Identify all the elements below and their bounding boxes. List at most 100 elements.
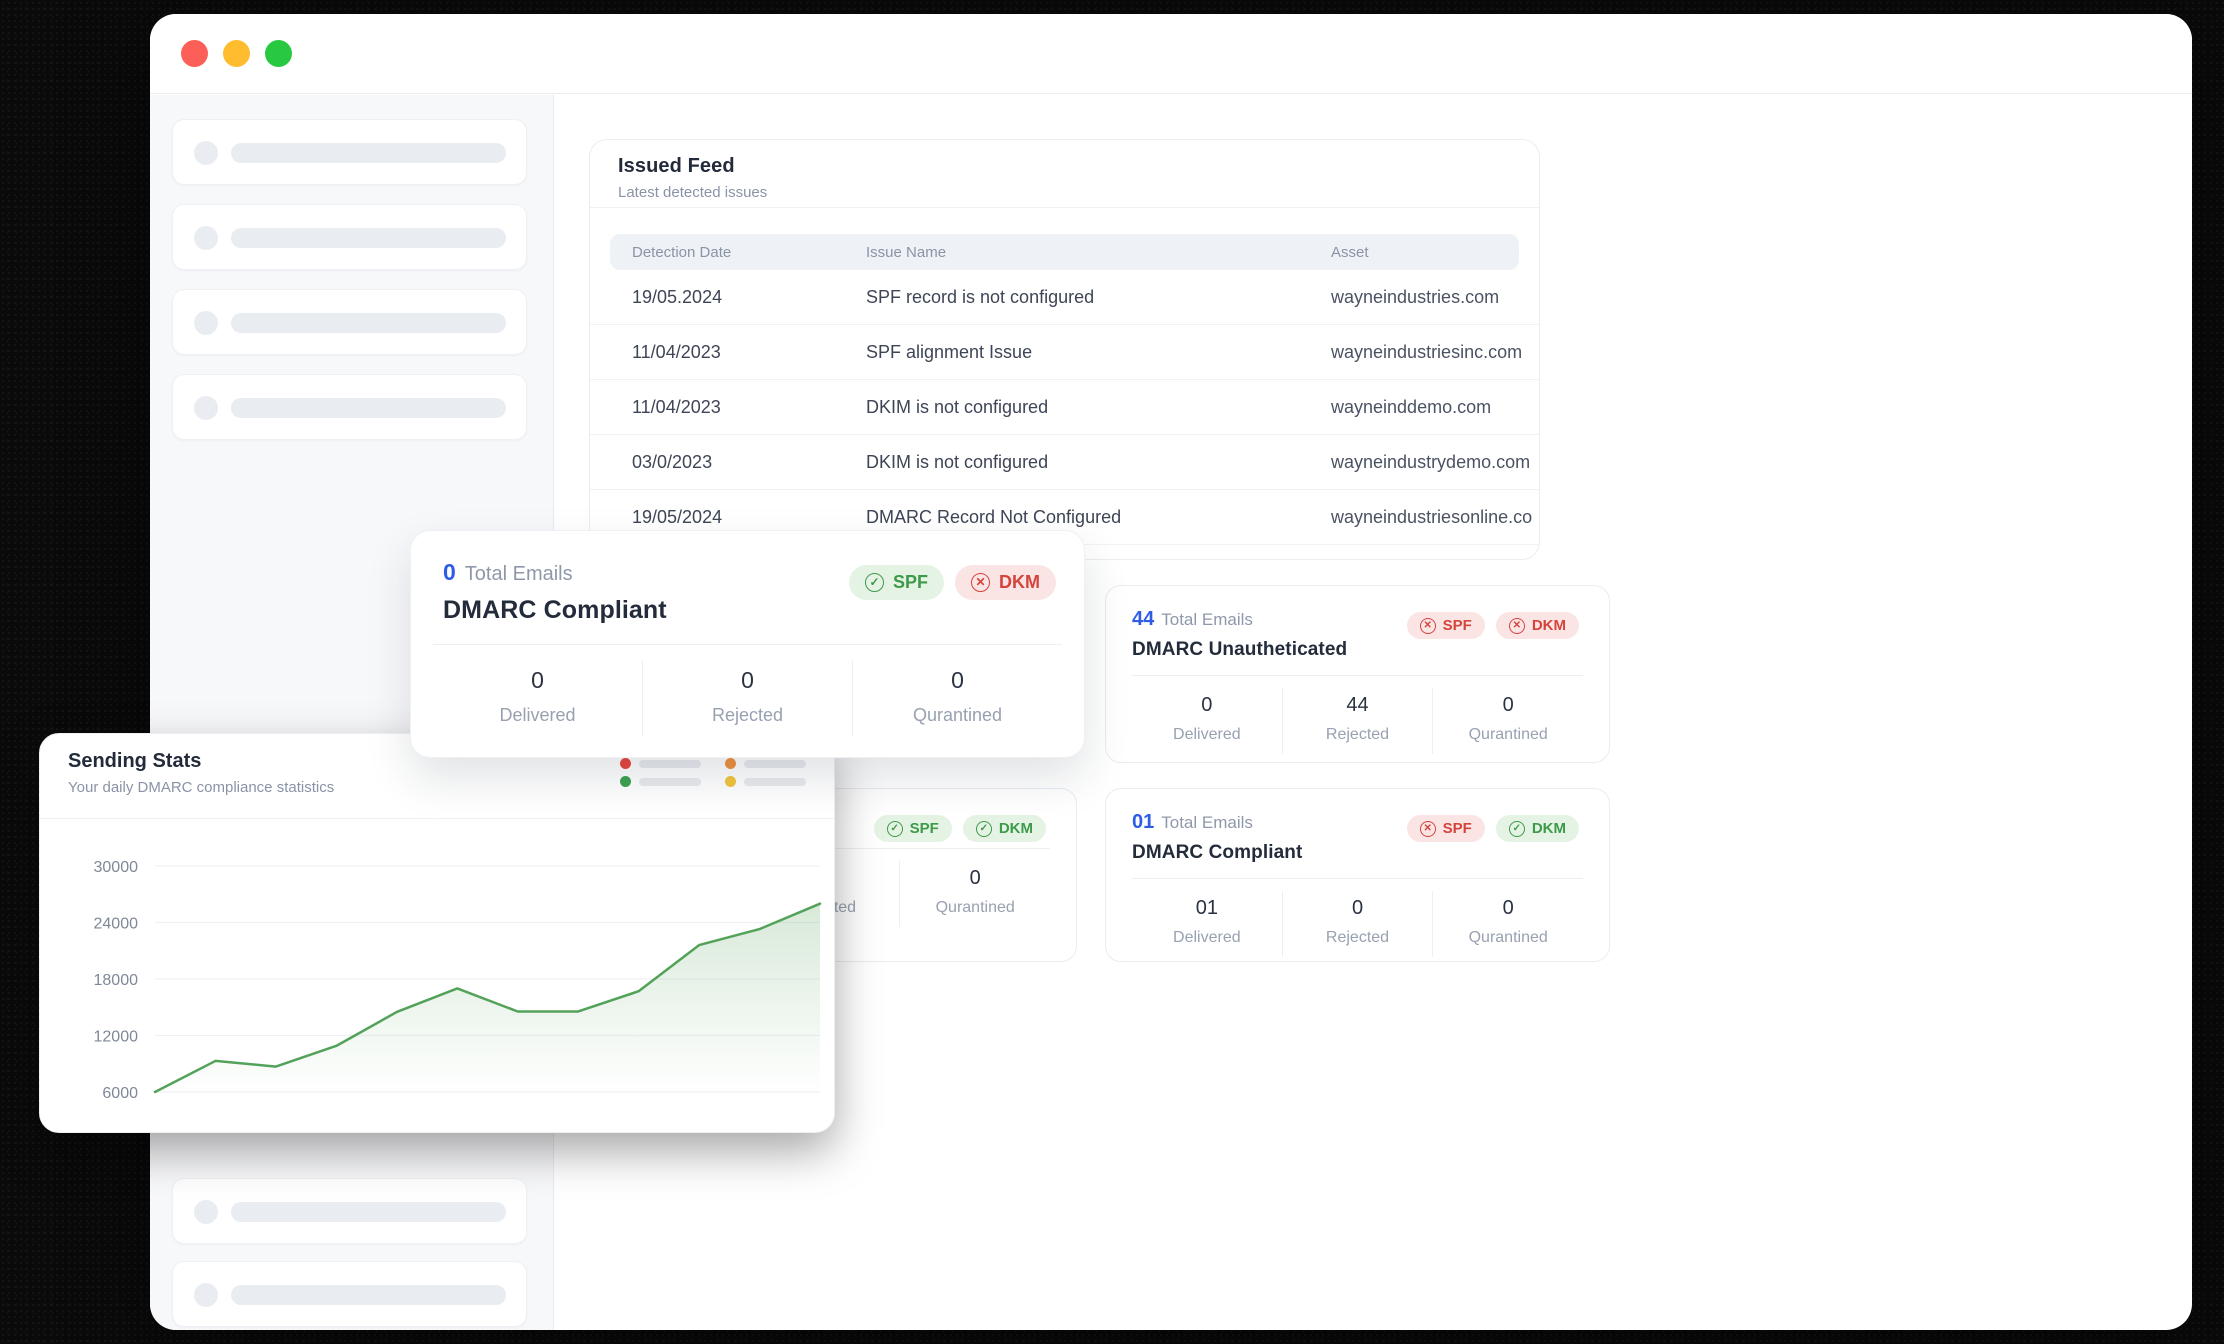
skeleton-line — [231, 398, 506, 418]
page: { "window": { "traffic_lights": ["#fc5f5… — [0, 0, 2224, 1344]
table-row[interactable]: 19/05.2024 SPF record is not configured … — [590, 270, 1539, 325]
column-header-asset: Asset — [1331, 243, 1369, 261]
total-emails-value: 44 — [1132, 608, 1155, 630]
svg-text:24000: 24000 — [94, 916, 139, 933]
header-divider — [40, 818, 834, 819]
cell-issue-name: DMARC Record Not Configured — [866, 506, 1122, 527]
cell-detection-date: 11/04/2023 — [632, 341, 721, 362]
stat-label: Qurantined — [1468, 929, 1548, 946]
cell-detection-date: 19/05.2024 — [632, 286, 723, 307]
stat-quarantined: 0 Qurantined — [1432, 688, 1583, 754]
stat-label: Qurantined — [912, 705, 1003, 725]
cell-issue-name: SPF alignment Issue — [866, 341, 1033, 362]
svg-text:12000: 12000 — [94, 1029, 139, 1046]
skeleton-line — [231, 1202, 506, 1222]
badge-dkm: ✓ DKM — [1495, 815, 1579, 842]
check-circle-icon: ✓ — [1508, 820, 1525, 837]
badge-label: SPF — [1442, 617, 1472, 634]
skeleton-avatar — [194, 311, 218, 335]
badge-spf: ✓ SPF — [873, 815, 952, 842]
cell-asset: wayneinddemo.com — [1331, 396, 1492, 417]
column-header-detection-date: Detection Date — [632, 243, 732, 261]
badge-group: ✕ SPF ✕ DKM — [1406, 612, 1579, 639]
check-circle-icon: ✓ — [886, 820, 903, 837]
stat-delivered: 0 Delivered — [433, 661, 642, 736]
cell-detection-date: 11/04/2023 — [632, 396, 721, 417]
table-row[interactable]: 11/04/2023 DKIM is not configured waynei… — [590, 380, 1539, 435]
stat-label: Delivered — [1173, 929, 1241, 946]
total-emails-value: 0 — [443, 559, 456, 585]
stat-label: Delivered — [499, 705, 576, 725]
stat-value: 0 — [969, 867, 981, 889]
skeleton-line — [231, 313, 506, 333]
issued-feed-table: 19/05.2024 SPF record is not configured … — [590, 270, 1539, 545]
table-row[interactable]: 11/04/2023 SPF alignment Issue wayneindu… — [590, 325, 1539, 380]
check-circle-icon: ✓ — [864, 573, 884, 592]
badge-group: ✓ SPF ✓ DKM — [873, 815, 1046, 842]
cell-issue-name: DKIM is not configured — [866, 451, 1049, 472]
total-emails-label: Total Emails — [1161, 610, 1253, 629]
sending-stats-card: 30000 24000 18000 12000 6000 Sending Stats Y… — [39, 733, 835, 1133]
badge-label: DKM — [998, 820, 1033, 837]
sidebar-skeleton-card — [172, 204, 527, 270]
badge-dkm: ✕ DKM — [1495, 612, 1579, 639]
sidebar-skeleton-card — [172, 1261, 527, 1327]
table-header-row: Detection Date Issue Name Asset — [610, 234, 1519, 270]
badge-label: DKM — [1531, 820, 1566, 837]
badge-group: ✕ SPF ✓ DKM — [1406, 815, 1579, 842]
stat-value: 0 — [741, 667, 754, 693]
badge-label: SPF — [909, 820, 939, 837]
skeleton-avatar — [194, 1283, 218, 1307]
x-circle-icon: ✕ — [1508, 617, 1525, 634]
sidebar-skeleton-card — [172, 374, 527, 440]
badge-label: SPF — [1442, 820, 1472, 837]
cell-issue-name: DKIM is not configured — [866, 396, 1049, 417]
stat-card-title: DMARC Compliant — [443, 596, 667, 624]
issued-feed-card: Issued Feed Latest detected issues Detec… — [589, 139, 1540, 560]
skeleton-avatar — [194, 396, 218, 420]
stat-label: Qurantined — [935, 899, 1015, 916]
sidebar-skeleton-card — [172, 1178, 527, 1244]
badge-spf: ✕ SPF — [1406, 612, 1485, 639]
window-titlebar — [150, 14, 2192, 94]
traffic-light-zoom-button[interactable] — [265, 40, 292, 67]
stat-delivered: 01 Delivered — [1132, 891, 1282, 957]
stat-value: 44 — [1346, 694, 1369, 716]
stat-value: 0 — [1502, 897, 1514, 919]
stat-card-dmarc-compliant-small: 01 Total Emails DMARC Compliant ✕ SPF ✓ DKM… — [1105, 788, 1610, 962]
stat-value: 0 — [951, 667, 964, 693]
badge-spf: ✓ SPF — [848, 565, 944, 600]
cell-detection-date: 03/0/2023 — [632, 451, 713, 472]
badge-spf: ✕ SPF — [1406, 815, 1485, 842]
badge-group: ✓ SPF ✕ DKM — [848, 565, 1056, 600]
badge-label: DKM — [999, 572, 1040, 592]
issued-feed-subtitle: Latest detected issues — [618, 184, 768, 201]
sidebar-skeleton-card — [172, 289, 527, 355]
x-circle-icon: ✕ — [1419, 820, 1436, 837]
cell-asset: wayneindustrydemo.com — [1331, 451, 1531, 472]
traffic-light-minimize-button[interactable] — [223, 40, 250, 67]
stat-rejected: 0 Rejected — [1281, 891, 1433, 957]
x-circle-icon: ✕ — [971, 573, 990, 592]
stat-card-dmarc-unauthenticated: 44 Total Emails DMARC Unautheticated ✕ SPF… — [1105, 585, 1610, 763]
skeleton-avatar — [194, 141, 218, 165]
cell-detection-date: 19/05/2024 — [632, 506, 723, 527]
svg-text:18000: 18000 — [94, 972, 139, 989]
badge-dkm: ✕ DKM — [955, 565, 1056, 600]
column-header-issue-name: Issue Name — [866, 243, 947, 261]
traffic-light-close-button[interactable] — [181, 40, 208, 67]
stat-value: 0 — [531, 667, 544, 693]
stat-label: Qurantined — [1468, 726, 1548, 743]
table-row[interactable]: 03/0/2023 DKIM is not configured waynein… — [590, 435, 1539, 490]
badge-label: DKM — [1531, 617, 1566, 634]
cell-asset: wayneindustries.com — [1331, 286, 1500, 307]
stat-rejected: 44 Rejected — [1281, 688, 1433, 754]
badge-label: SPF — [892, 572, 928, 592]
sidebar-skeleton-card — [172, 119, 527, 185]
stat-value: 0 — [1351, 897, 1364, 919]
stat-card-title: DMARC Unautheticated — [1132, 639, 1348, 660]
stat-divider — [1132, 675, 1583, 676]
stat-value: 01 — [1195, 897, 1218, 919]
skeleton-line — [231, 228, 506, 248]
issued-feed-title: Issued Feed — [618, 155, 735, 177]
